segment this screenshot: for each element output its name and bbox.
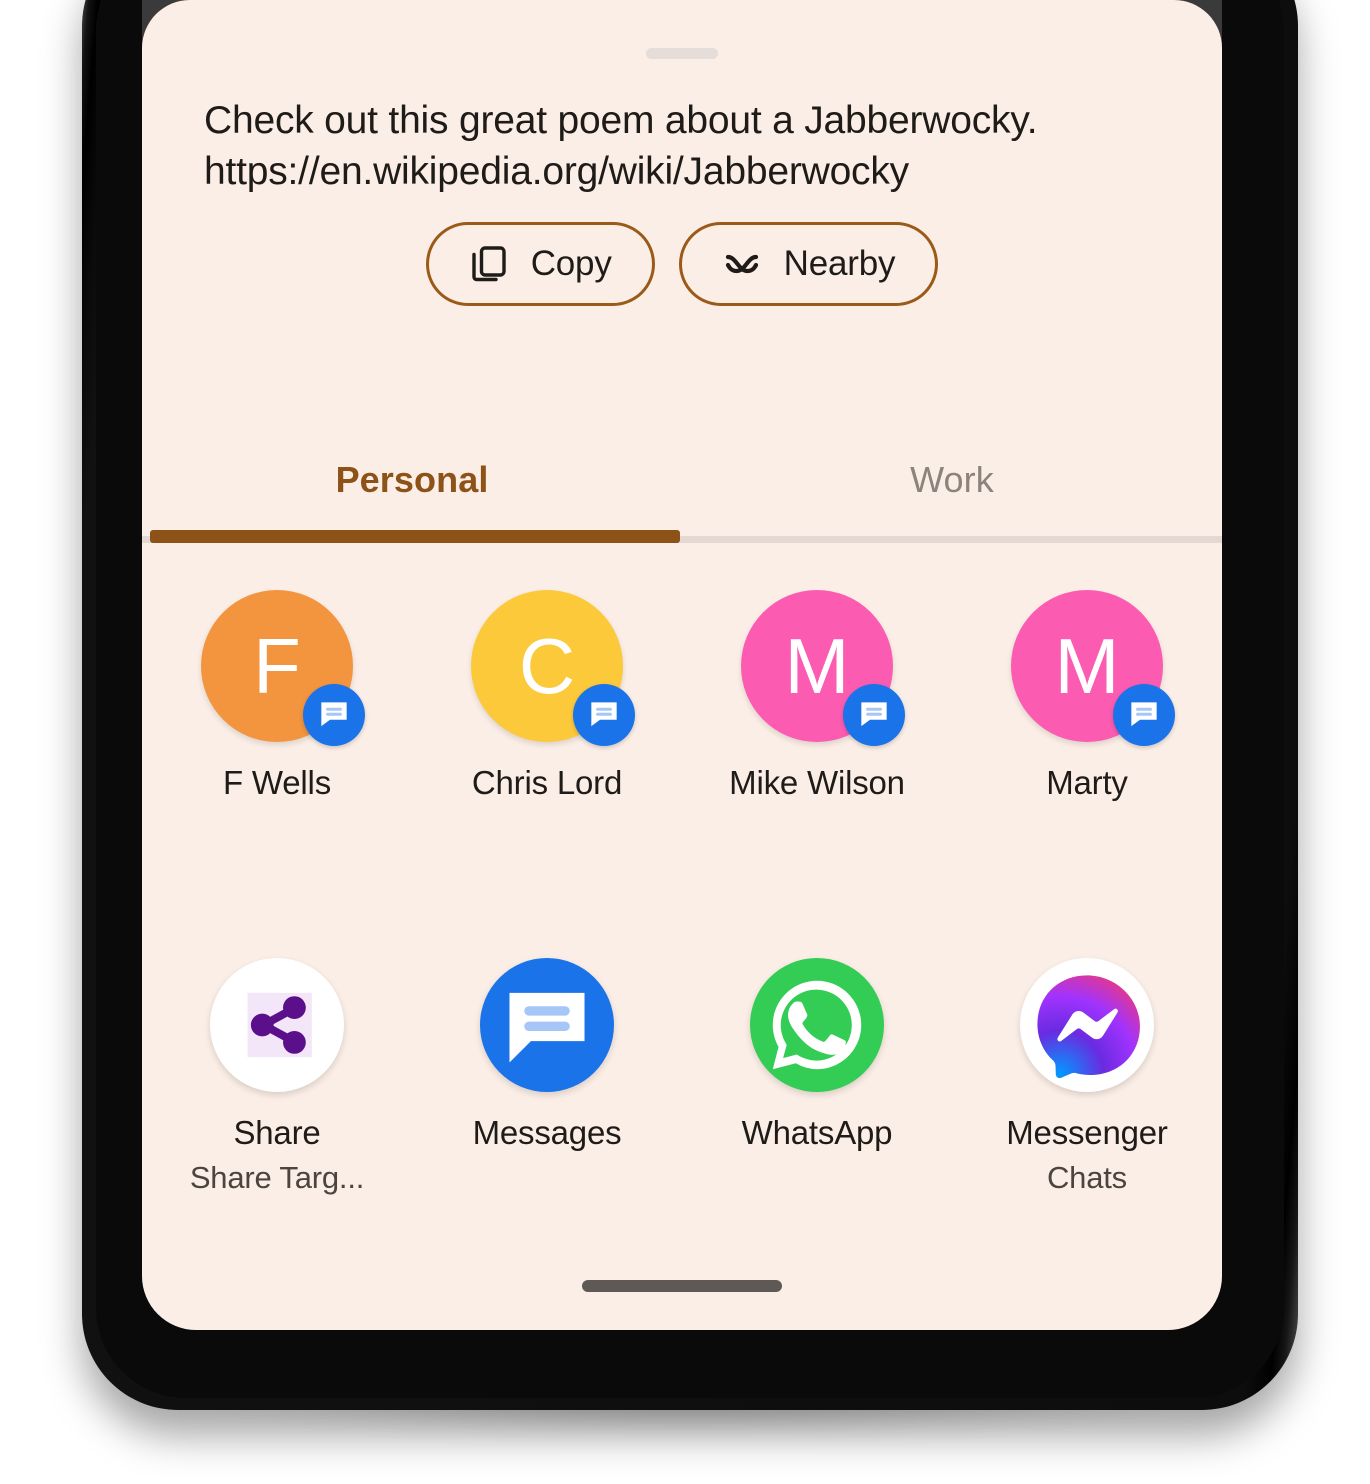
contact-f-wells[interactable]: F F Wells xyxy=(142,590,412,802)
nearby-share-icon xyxy=(722,244,762,284)
contact-label: Mike Wilson xyxy=(729,764,905,801)
tab-work[interactable]: Work xyxy=(682,420,1222,540)
app-label: Messages xyxy=(472,1114,622,1151)
messages-badge-icon xyxy=(1113,684,1175,746)
facebook-messenger-icon xyxy=(1020,958,1154,1092)
avatar: M xyxy=(741,590,905,746)
copy-icon xyxy=(469,244,509,284)
quick-action-row: Copy Nearby xyxy=(142,222,1222,306)
nearby-button-label: Nearby xyxy=(783,244,896,283)
copy-button-label: Copy xyxy=(530,244,612,283)
app-sublabel: Chats xyxy=(1047,1160,1127,1195)
avatar: F xyxy=(201,590,365,746)
whatsapp-icon xyxy=(750,958,884,1092)
app-label: WhatsApp xyxy=(741,1114,893,1151)
tab-personal[interactable]: Personal xyxy=(142,420,682,540)
app-share[interactable]: Share Share Targ... xyxy=(142,958,412,1196)
google-messages-icon xyxy=(480,958,614,1092)
app-label: Messenger xyxy=(1006,1114,1168,1151)
tab-active-indicator xyxy=(150,530,680,543)
contact-label: Chris Lord xyxy=(471,764,623,801)
messages-badge-icon xyxy=(843,684,905,746)
contact-chris-lord[interactable]: C Chris Lord xyxy=(412,590,682,802)
phone-screen: Check out this great poem about a Jabber… xyxy=(142,0,1222,1330)
contact-mike-wilson[interactable]: M Mike Wilson xyxy=(682,590,952,802)
copy-button[interactable]: Copy xyxy=(425,222,655,306)
messages-badge-icon xyxy=(303,684,365,746)
app-whatsapp[interactable]: WhatsApp xyxy=(682,958,952,1196)
app-label: Share xyxy=(233,1114,321,1151)
drag-handle[interactable] xyxy=(646,48,718,59)
direct-share-contacts-row: F F Wells C Chris Lord M Mike Wilson M M… xyxy=(142,590,1222,802)
share-apps-row: Share Share Targ... Messages WhatsApp Me… xyxy=(142,958,1222,1196)
avatar: M xyxy=(1011,590,1175,746)
android-share-sheet: Check out this great poem about a Jabber… xyxy=(142,0,1222,1330)
contact-label: Marty xyxy=(1046,764,1128,801)
app-sublabel: Share Targ... xyxy=(189,1160,365,1195)
messages-badge-icon xyxy=(573,684,635,746)
screenshot-root: Check out this great poem about a Jabber… xyxy=(0,0,1370,1484)
profile-tabs: Personal Work xyxy=(142,420,1222,540)
contact-marty[interactable]: M Marty xyxy=(952,590,1222,802)
gesture-nav-bar[interactable] xyxy=(582,1280,782,1292)
share-nodes-icon xyxy=(210,958,344,1092)
nearby-button[interactable]: Nearby xyxy=(678,222,939,306)
tab-personal-label: Personal xyxy=(335,459,489,500)
app-messenger[interactable]: Messenger Chats xyxy=(952,958,1222,1196)
contact-label: F Wells xyxy=(223,764,331,801)
tab-work-label: Work xyxy=(910,459,994,500)
app-messages[interactable]: Messages xyxy=(412,958,682,1196)
share-preview-text: Check out this great poem about a Jabber… xyxy=(204,99,1038,193)
avatar: C xyxy=(471,590,635,746)
